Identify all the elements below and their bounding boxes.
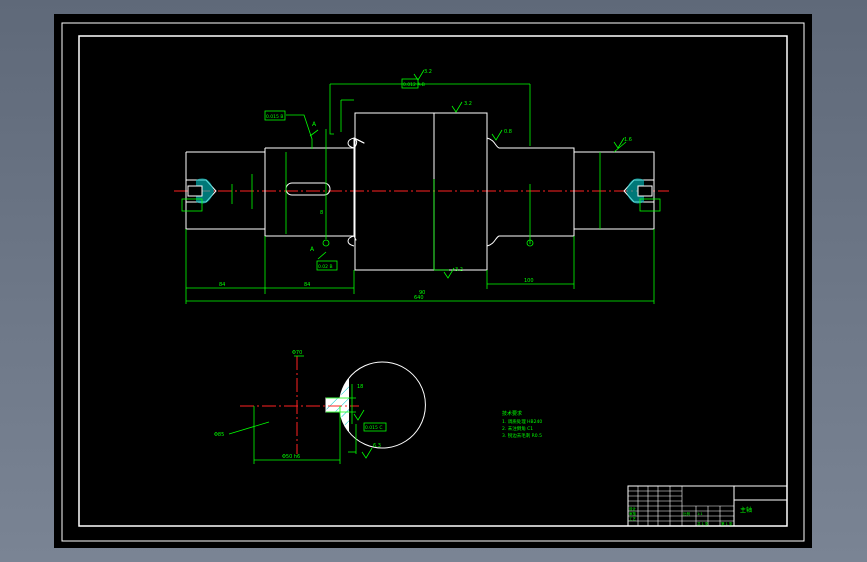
dim-left-end: 84 bbox=[219, 282, 225, 288]
drawing-sheet[interactable]: 3.2 3.2 0.8 1.6 3.2 0.012 A-B 0.015 B 0.… bbox=[54, 14, 812, 548]
roughness-label-3: 0.8 bbox=[504, 129, 512, 135]
datum-label-a-bottom: A bbox=[310, 246, 315, 253]
dim-key-depth: 8 bbox=[320, 210, 323, 216]
section-width: Φ50 h6 bbox=[282, 454, 300, 460]
roughness-label-1: 3.2 bbox=[424, 69, 432, 75]
section-label-right: 18 bbox=[357, 384, 363, 390]
technical-notes: 技术要求 1. 调质处理 HB240 2. 未注倒角 C1 3. 锐边去毛刺 R… bbox=[502, 410, 542, 439]
section-view[interactable]: Φ70 18 Φ85 Φ50 h6 0.015 C 6.3 bbox=[214, 350, 426, 464]
title-cell-review: 审核 bbox=[629, 511, 637, 516]
drawing-canvas[interactable]: 3.2 3.2 0.8 1.6 3.2 0.012 A-B 0.015 B 0.… bbox=[54, 14, 812, 548]
note-line-1: 1. 调质处理 HB240 bbox=[502, 418, 542, 425]
drawing-name: 主轴 bbox=[740, 506, 752, 514]
tolerance-frame-bottom: 0.02 B bbox=[318, 264, 333, 270]
note-line-3: 3. 锐边去毛刺 R0.5 bbox=[502, 432, 542, 439]
title-cell-scale: 比例 bbox=[683, 511, 691, 516]
dim-right-section: 100 bbox=[524, 278, 534, 284]
note-line-2: 2. 未注倒角 C1 bbox=[502, 425, 533, 432]
section-roughness: 6.3 bbox=[373, 443, 381, 449]
tolerance-frame-top: 0.012 A-B bbox=[403, 82, 425, 88]
title-cell-design: 设计 bbox=[629, 506, 637, 511]
roughness-label-2: 3.2 bbox=[464, 101, 472, 107]
dim-second-step: 84 bbox=[304, 282, 310, 288]
section-label-left: Φ85 bbox=[214, 432, 224, 438]
roughness-label-5: 3.2 bbox=[455, 267, 463, 273]
inner-frame bbox=[78, 35, 788, 527]
cad-viewport[interactable]: 3.2 3.2 0.8 1.6 3.2 0.012 A-B 0.015 B 0.… bbox=[0, 0, 867, 562]
outer-frame bbox=[61, 22, 805, 542]
section-label-top: Φ70 bbox=[292, 350, 302, 356]
left-center-hole bbox=[185, 178, 217, 204]
dimension-lines bbox=[185, 83, 655, 304]
title-block[interactable]: 主轴 设计 审核 工艺 比例 1:1 共 1 张 第 1 张 bbox=[627, 485, 788, 527]
right-center-hole bbox=[623, 178, 655, 204]
roughness-label-4: 1.6 bbox=[624, 137, 632, 143]
title-cell-process: 工艺 bbox=[629, 516, 637, 521]
title-cell-sheets: 共 1 张 bbox=[697, 521, 709, 526]
section-tolerance-frame: 0.015 C bbox=[365, 425, 382, 431]
notes-title: 技术要求 bbox=[502, 410, 522, 417]
title-cell-sheet-no: 第 1 张 bbox=[721, 521, 733, 526]
title-cell-scale-value: 1:1 bbox=[697, 512, 703, 516]
dim-total-length: 640 bbox=[414, 295, 424, 301]
tolerance-frames bbox=[181, 78, 661, 271]
datum-label-a-top: A bbox=[312, 121, 317, 128]
tolerance-frame-left: 0.015 B bbox=[266, 114, 283, 120]
